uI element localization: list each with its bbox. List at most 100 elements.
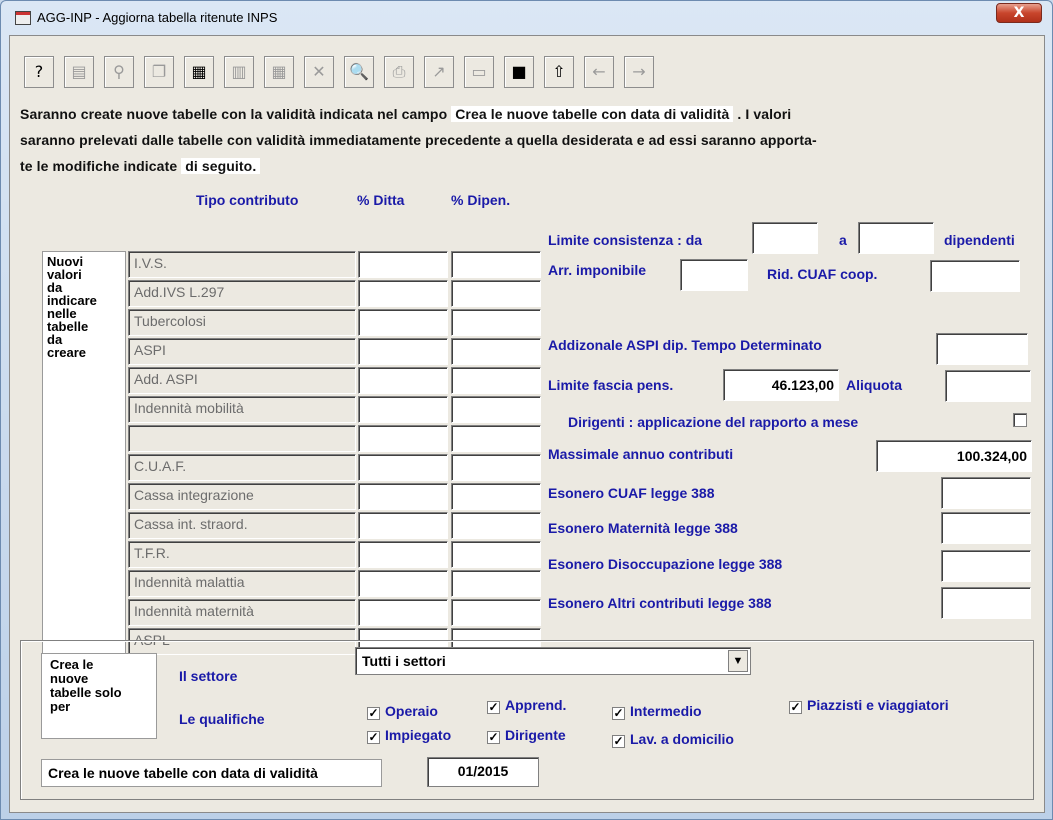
operaio-label: Operaio [385, 703, 438, 719]
crea-label-line: nuove [50, 671, 89, 686]
arrow-left-icon[interactable]: ← [584, 56, 614, 88]
dipen-input[interactable] [451, 396, 541, 423]
close-button[interactable]: X [996, 3, 1042, 23]
aliquota-input[interactable] [945, 370, 1031, 402]
preview-icon[interactable]: 🔍 [344, 56, 374, 88]
paste-icon[interactable]: ▥ [224, 56, 254, 88]
limite-da-input[interactable] [752, 222, 818, 254]
dipen-input[interactable] [451, 483, 541, 510]
add-aspi-label: Addizonale ASPI dip. Tempo Determinato [548, 337, 822, 353]
ditta-input[interactable] [358, 309, 448, 336]
export-icon[interactable]: ↗ [424, 56, 454, 88]
search-binoculars-icon[interactable]: ⚲ [104, 56, 134, 88]
chevron-down-icon[interactable]: ▼ [728, 650, 748, 672]
nuovi-label-line: creare [47, 345, 87, 360]
check-icon: ✓ [367, 730, 380, 744]
arr-imponibile-input[interactable] [680, 259, 748, 291]
copy-icon[interactable]: ❐ [144, 56, 174, 88]
rid-cuaf-input[interactable] [930, 260, 1020, 292]
intermedio-checkbox[interactable]: ✓ Intermedio [612, 703, 702, 720]
dipen-input[interactable] [451, 251, 541, 278]
dipen-input[interactable] [451, 367, 541, 394]
ditta-input[interactable] [358, 570, 448, 597]
ditta-input[interactable] [358, 425, 448, 452]
rid-cuaf-label: Rid. CUAF coop. [767, 266, 878, 282]
qualifiche-label: Le qualifiche [179, 711, 265, 727]
calculator-icon[interactable]: ▦ [184, 56, 214, 88]
ditta-input[interactable] [358, 251, 448, 278]
dipen-input[interactable] [451, 309, 541, 336]
dirigente-label: Dirigente [505, 727, 566, 743]
arrow-right-icon[interactable]: → [624, 56, 654, 88]
crea-label-line: tabelle solo [50, 685, 122, 700]
settore-label: Il settore [179, 668, 238, 684]
intermedio-label: Intermedio [630, 703, 702, 719]
folder-up-icon[interactable]: ⇧ [544, 56, 574, 88]
dipen-input[interactable] [451, 454, 541, 481]
delete-icon[interactable]: ✕ [304, 56, 334, 88]
check-icon: ✓ [487, 730, 500, 744]
dipen-input[interactable] [451, 280, 541, 307]
form-icon[interactable]: ▭ [464, 56, 494, 88]
ditta-input[interactable] [358, 396, 448, 423]
apprend-checkbox[interactable]: ✓ Apprend. [487, 697, 566, 714]
contributo-name-cell: Add.IVS L.297 [128, 280, 356, 307]
window-title: AGG-INP - Aggiorna tabella ritenute INPS [37, 10, 278, 25]
settore-select[interactable]: Tutti i settori ▼ [355, 647, 751, 675]
esonero-maternita-input[interactable] [941, 512, 1031, 544]
esonero-altri-input[interactable] [941, 587, 1031, 619]
ditta-input[interactable] [358, 338, 448, 365]
operaio-checkbox[interactable]: ✓ Operaio [367, 703, 438, 720]
ditta-input[interactable] [358, 599, 448, 626]
dirigente-checkbox[interactable]: ✓ Dirigente [487, 727, 566, 744]
intro-highlight-1: Crea le nuove tabelle con data di validi… [451, 106, 734, 122]
massimale-input[interactable]: 100.324,00 [876, 440, 1032, 472]
contributo-name-cell: Indennità maternità [128, 599, 356, 626]
contributo-name-cell: Indennità malattia [128, 570, 356, 597]
contributo-name-cell: T.F.R. [128, 541, 356, 568]
contributo-name-cell: C.U.A.F. [128, 454, 356, 481]
grid-icon[interactable]: ▦ [264, 56, 294, 88]
esonero-cuaf-input[interactable] [941, 477, 1031, 509]
dipen-input[interactable] [451, 541, 541, 568]
lav-domicilio-checkbox[interactable]: ✓ Lav. a domicilio [612, 731, 734, 748]
dipen-input[interactable] [451, 338, 541, 365]
crea-label-line: Crea le [50, 657, 94, 672]
dipen-input[interactable] [451, 599, 541, 626]
limite-a-input[interactable] [858, 222, 934, 254]
app-icon [15, 11, 31, 25]
ditta-input[interactable] [358, 512, 448, 539]
apprend-label: Apprend. [505, 697, 567, 713]
ditta-input[interactable] [358, 483, 448, 510]
crea-label-line: per [50, 699, 71, 714]
ditta-input[interactable] [358, 367, 448, 394]
intro-text-1a: Saranno create nuove tabelle con la vali… [20, 106, 448, 122]
dipen-input[interactable] [451, 425, 541, 452]
dirigenti-checkbox[interactable] [1013, 413, 1027, 427]
contributo-name-cell: ASPI [128, 338, 356, 365]
contributo-name-cell: Cassa integrazione [128, 483, 356, 510]
add-aspi-input[interactable] [936, 333, 1028, 365]
dipendenti-label: dipendenti [944, 232, 1015, 248]
limite-fascia-input[interactable]: 46.123,00 [723, 369, 839, 401]
ditta-input[interactable] [358, 541, 448, 568]
intro-line-3: te le modifiche indicate di seguito. [20, 158, 261, 174]
ditta-input[interactable] [358, 454, 448, 481]
esonero-disocc-input[interactable] [941, 550, 1031, 582]
impiegato-checkbox[interactable]: ✓ Impiegato [367, 727, 451, 744]
intro-text-3a: te le modifiche indicate [20, 158, 178, 174]
data-validita-input[interactable]: 01/2015 [427, 757, 539, 787]
dipen-input[interactable] [451, 570, 541, 597]
intro-highlight-3: di seguito. [181, 158, 261, 174]
print-icon[interactable]: ⎙ [384, 56, 414, 88]
piazzisti-checkbox[interactable]: ✓ Piazzisti e viaggiatori [789, 697, 949, 714]
dipen-input[interactable] [451, 512, 541, 539]
save-icon[interactable]: ■ [504, 56, 534, 88]
title-bar[interactable]: AGG-INP - Aggiorna tabella ritenute INPS… [1, 1, 1052, 35]
ditta-input[interactable] [358, 280, 448, 307]
properties-icon[interactable]: ▤ [64, 56, 94, 88]
esonero-altri-label: Esonero Altri contributi legge 388 [548, 595, 772, 611]
limite-a-label: a [839, 232, 847, 248]
help-icon[interactable]: ? [24, 56, 54, 88]
check-icon: ✓ [612, 734, 625, 748]
